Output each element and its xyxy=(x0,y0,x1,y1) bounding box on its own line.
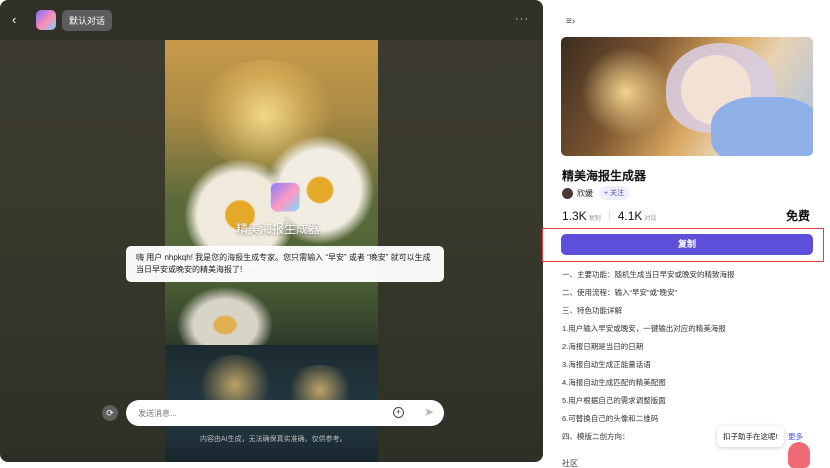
collapse-menu-icon[interactable]: ≡› xyxy=(566,16,575,27)
conversation-title[interactable]: 默认对话 xyxy=(62,9,113,31)
description-line: 4.海报自动生成匹配的精美配图 xyxy=(562,378,666,387)
chats-count: 4.1K xyxy=(617,209,643,223)
more-icon[interactable]: ··· xyxy=(515,13,529,25)
plus-circle-icon[interactable]: + xyxy=(393,407,404,418)
highlight-frame xyxy=(542,228,824,262)
chats-label: 对话 xyxy=(644,216,657,222)
description-line: 2.海报日期是当日的日期 xyxy=(562,342,644,351)
copies-label: 复制 xyxy=(588,216,601,222)
message-input-box[interactable]: + ➤ xyxy=(126,400,444,426)
send-icon[interactable]: ➤ xyxy=(424,405,434,419)
assistant-helper-bubble[interactable]: 扣子助手在这呢! xyxy=(717,426,784,447)
author-name[interactable]: 欣媛 xyxy=(577,188,593,199)
description-line: 三、特色功能详解 xyxy=(562,306,622,315)
bot-avatar xyxy=(36,10,56,30)
app-root: ‹ 默认对话 ··· 精美海报生成器 嗨 用户 nhpkqh! 我是您的海报生成… xyxy=(0,0,830,468)
author-row: 欣媛 + 关注 xyxy=(562,186,630,200)
bot-description: 一、主要功能：随机生成当日早安或晚安的精致海报 二、使用流程：输入“早安”或“晚安… xyxy=(562,266,818,446)
more-link[interactable]: 更多 xyxy=(788,431,803,442)
stat-divider xyxy=(608,210,610,220)
back-icon[interactable]: ‹ xyxy=(12,13,26,27)
price-label: 免费 xyxy=(785,209,810,223)
cover-character-cloth xyxy=(711,97,813,156)
description-line: 1.用户输入早安或晚安，一键输出对应的精美海报 xyxy=(562,324,726,333)
greeting-message: 嗨 用户 nhpkqh! 我是您的海报生成专家。您只需输入 “早安” 或者 “晚… xyxy=(126,246,444,282)
author-avatar[interactable] xyxy=(562,187,573,199)
community-section-label: 社区 xyxy=(562,459,578,468)
cover-glow xyxy=(581,47,671,137)
description-line: 二、使用流程：输入“早安”或“晚安” xyxy=(562,288,677,297)
bot-stats: 1.3K 复制 4.1K 对话 免费 xyxy=(562,207,810,224)
chat-pane: ‹ 默认对话 ··· 精美海报生成器 嗨 用户 nhpkqh! 我是您的海报生成… xyxy=(0,0,543,462)
refresh-icon[interactable]: ⟳ xyxy=(102,405,118,421)
description-line: 一、主要功能：随机生成当日早安或晚安的精致海报 xyxy=(562,270,735,279)
chat-topbar: ‹ 默认对话 ··· xyxy=(0,0,543,40)
copies-count: 1.3K xyxy=(562,209,587,223)
bot-logo xyxy=(270,182,300,212)
ai-disclaimer: 内容由AI生成，无法确保真实准确，仅供参考。 xyxy=(200,436,347,443)
bot-name: 精美海报生成器 xyxy=(236,222,321,236)
bot-cover-image xyxy=(561,37,813,156)
description-line: 5.用户根据自己的需求调整版面 xyxy=(562,396,666,405)
message-input[interactable] xyxy=(138,408,368,418)
follow-button[interactable]: + 关注 xyxy=(599,186,630,200)
assistant-mascot[interactable] xyxy=(788,442,810,468)
bot-title: 精美海报生成器 xyxy=(562,169,647,183)
description-line: 3.海报自动生成正能量话语 xyxy=(562,360,651,369)
